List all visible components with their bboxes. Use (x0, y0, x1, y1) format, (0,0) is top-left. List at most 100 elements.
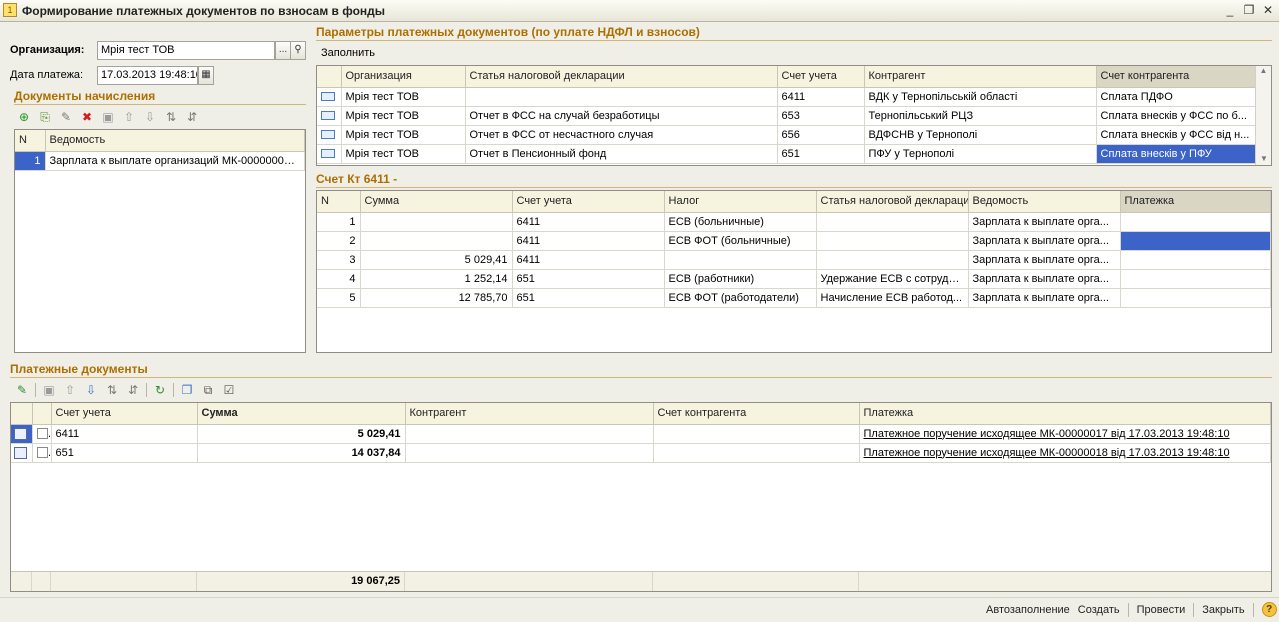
org-cell[interactable]: Мрія тест ТОВ (341, 125, 466, 145)
account-cell[interactable]: 653 (777, 106, 865, 126)
post-documents-icon[interactable]: ❐ (179, 382, 195, 398)
column-header[interactable]: Контрагент (405, 403, 654, 425)
search-icon[interactable]: ⚲ (290, 41, 306, 60)
close-button[interactable]: Закрыть (1202, 604, 1244, 616)
sum-cell[interactable]: 14 037,84 (197, 443, 406, 463)
table-row[interactable]: 1 Зарплата к выплате организаций МК-0000… (15, 151, 305, 171)
sort-desc-icon[interactable]: ⇵ (184, 109, 200, 125)
tax-cell[interactable] (664, 250, 817, 270)
cp-account-cell[interactable]: Сплата ПДФО (1096, 87, 1256, 107)
payment-cell[interactable] (1120, 231, 1271, 251)
move-down-icon[interactable]: ⇩ (142, 109, 158, 125)
post-button[interactable]: Провести (1137, 604, 1186, 616)
tax-cell[interactable]: ЕСВ (больничные) (664, 212, 817, 232)
counterparty-cell[interactable]: ВДК у Тернопільській області (864, 87, 1097, 107)
table-row[interactable]: Мрія тест ТОВ Отчет в ФСС на случай безр… (317, 106, 1256, 126)
tax-cell[interactable]: ЕСВ (работники) (664, 269, 817, 289)
create-button[interactable]: Создать (1078, 604, 1120, 616)
refresh-icon[interactable]: ↻ (152, 382, 168, 398)
copy-icon[interactable]: ⎘ (37, 109, 53, 125)
column-header[interactable]: Платежка (859, 403, 1271, 425)
payment-cell[interactable] (1120, 288, 1271, 308)
scroll-down-icon[interactable]: ▼ (1256, 154, 1271, 163)
payment-link[interactable]: Платежное поручение исходящее МК-0000001… (859, 424, 1271, 444)
maximize-icon[interactable]: ❐ (1241, 3, 1257, 18)
article-cell[interactable] (465, 87, 778, 107)
account-cell[interactable]: 6411 (512, 212, 665, 232)
article-cell[interactable] (816, 231, 969, 251)
table-row[interactable]: 5 12 785,70 651 ЕСВ ФОТ (работодатели) Н… (317, 288, 1271, 308)
account-cell[interactable]: 6411 (512, 231, 665, 251)
table-row[interactable]: 3 5 029,41 6411 Зарплата к выплате орга.… (317, 250, 1271, 270)
org-field[interactable]: Мрія тест ТОВ (97, 41, 275, 60)
column-header[interactable]: Статья налоговой декларации (816, 191, 969, 213)
statement-cell[interactable]: Зарплата к выплате орга... (968, 250, 1121, 270)
payment-link[interactable]: Платежное поручение исходящее МК-0000001… (859, 443, 1271, 463)
table-row[interactable]: 1 6411 ЕСВ (больничные) Зарплата к выпла… (317, 212, 1271, 232)
account-cell[interactable]: 6411 (512, 250, 665, 270)
column-header[interactable]: Ведомость (45, 130, 305, 152)
account-cell[interactable]: 651 (512, 288, 665, 308)
counterparty-cell[interactable] (405, 424, 654, 444)
statement-cell[interactable]: Зарплата к выплате орга... (968, 231, 1121, 251)
article-cell[interactable] (816, 250, 969, 270)
counterparty-cell[interactable]: Тернопільський РЦЗ (864, 106, 1097, 126)
statement-cell[interactable]: Зарплата к выплате организаций МК-000000… (45, 151, 305, 171)
column-header[interactable]: Налог (664, 191, 817, 213)
check-all-icon[interactable]: ☑ (221, 382, 237, 398)
params-scrollbar[interactable]: ▲ ▼ (1255, 66, 1271, 165)
sort-asc-icon[interactable]: ⇅ (104, 382, 120, 398)
table-row[interactable]: Мрія тест ТОВ Отчет в ФСС от несчастного… (317, 125, 1256, 145)
fill-button[interactable]: Заполнить (321, 47, 375, 59)
row-checkbox[interactable] (36, 447, 48, 459)
cp-account-cell[interactable]: Сплата внесків у ФСС від н... (1096, 125, 1256, 145)
autofill-button[interactable]: Автозаполнение (986, 604, 1070, 616)
table-row[interactable]: 2 6411 ЕСВ ФОТ (больничные) Зарплата к в… (317, 231, 1271, 251)
sum-cell[interactable]: 5 029,41 (360, 250, 513, 270)
sort-asc-icon[interactable]: ⇅ (163, 109, 179, 125)
cp-account-cell[interactable] (653, 443, 860, 463)
account-cell[interactable]: 651 (512, 269, 665, 289)
account-cell[interactable]: 656 (777, 125, 865, 145)
copy-documents-icon[interactable]: ⧉ (200, 382, 216, 398)
sum-cell[interactable]: 5 029,41 (197, 424, 406, 444)
move-up-icon[interactable]: ⇧ (62, 382, 78, 398)
article-cell[interactable]: Отчет в ФСС от несчастного случая (465, 125, 778, 145)
payment-cell[interactable] (1120, 250, 1271, 270)
sum-cell[interactable] (360, 212, 513, 232)
account-cell[interactable]: 651 (777, 144, 865, 164)
table-row[interactable]: Мрія тест ТОВ 6411 ВДК у Тернопільській … (317, 87, 1256, 107)
column-header[interactable]: Счет контрагента (1096, 66, 1256, 88)
column-header[interactable]: Счет учета (777, 66, 865, 88)
column-header[interactable]: Счет учета (512, 191, 665, 213)
column-header[interactable]: Счет учета (51, 403, 198, 425)
sum-cell[interactable] (360, 231, 513, 251)
table-row[interactable]: Мрія тест ТОВ Отчет в Пенсионный фонд 65… (317, 144, 1256, 164)
sum-cell[interactable]: 12 785,70 (360, 288, 513, 308)
add-icon[interactable]: ⊕ (16, 109, 32, 125)
account-cell[interactable]: 651 (51, 443, 198, 463)
statement-cell[interactable]: Зарплата к выплате орга... (968, 212, 1121, 232)
minimize-icon[interactable]: _ (1222, 3, 1238, 18)
counterparty-cell[interactable]: ПФУ у Тернополі (864, 144, 1097, 164)
move-up-icon[interactable]: ⇧ (121, 109, 137, 125)
scroll-up-icon[interactable]: ▲ (1256, 66, 1271, 75)
tax-cell[interactable]: ЕСВ ФОТ (работодатели) (664, 288, 817, 308)
calendar-icon[interactable]: ▦ (198, 66, 214, 85)
payment-cell[interactable] (1120, 212, 1271, 232)
table-row[interactable]: 651 14 037,84 Платежное поручение исходя… (11, 443, 1271, 463)
move-down-icon[interactable]: ⇩ (83, 382, 99, 398)
sort-desc-icon[interactable]: ⇵ (125, 382, 141, 398)
counterparty-cell[interactable] (405, 443, 654, 463)
edit-icon[interactable]: ✎ (14, 382, 30, 398)
article-cell[interactable]: Удержание ЕСВ с сотрудн... (816, 269, 969, 289)
article-cell[interactable]: Отчет в Пенсионный фонд (465, 144, 778, 164)
org-select-button[interactable]: ... (275, 41, 291, 60)
article-cell[interactable]: Отчет в ФСС на случай безработицы (465, 106, 778, 126)
row-checkbox[interactable] (36, 428, 48, 440)
statement-cell[interactable]: Зарплата к выплате орга... (968, 269, 1121, 289)
statement-cell[interactable]: Зарплата к выплате орга... (968, 288, 1121, 308)
table-row[interactable]: 6411 5 029,41 Платежное поручение исходя… (11, 424, 1271, 444)
payment-cell[interactable] (1120, 269, 1271, 289)
column-header[interactable]: Контрагент (864, 66, 1097, 88)
